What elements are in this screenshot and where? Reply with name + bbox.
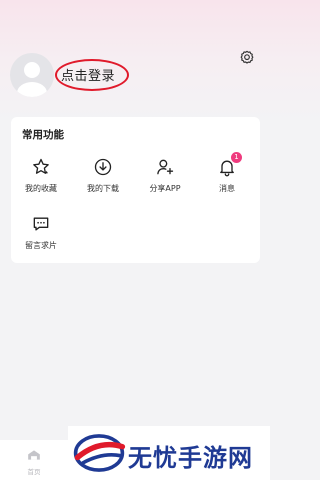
settings-button[interactable] <box>237 48 257 68</box>
tab-home-label: 首页 <box>27 468 41 476</box>
login-link[interactable]: 点击登录 <box>55 59 129 91</box>
feature-label: 留言求片 <box>25 241 57 250</box>
tab-home[interactable]: 首页 <box>20 446 48 476</box>
feature-label: 消息 <box>219 184 235 193</box>
feature-label: 我的下载 <box>87 184 119 193</box>
feature-downloads[interactable]: 我的下载 <box>73 157 133 194</box>
profile-header: 点击登录 <box>0 0 270 120</box>
feature-messages[interactable]: 1 消息 <box>197 152 257 194</box>
share-user-icon <box>155 157 175 177</box>
watermark-text: 无忧手游网 <box>128 444 253 472</box>
site-watermark: 无忧手游网 <box>68 426 270 480</box>
chat-icon <box>31 214 51 234</box>
feature-label: 分享APP <box>149 184 181 193</box>
avatar-placeholder-icon <box>17 62 47 97</box>
feature-label: 我的收藏 <box>25 184 57 193</box>
download-icon <box>93 157 113 177</box>
bell-icon: 1 <box>217 152 242 177</box>
card-title: 常用功能 <box>22 129 64 141</box>
login-label: 点击登录 <box>61 69 116 84</box>
star-icon <box>31 157 51 177</box>
gear-icon <box>240 50 254 64</box>
feature-share-app[interactable]: 分享APP <box>135 157 195 194</box>
feature-request-film[interactable]: 留言求片 <box>11 214 71 251</box>
unread-badge: 1 <box>231 152 242 163</box>
avatar[interactable] <box>10 53 54 97</box>
common-functions-card: 常用功能 我的收藏 我的下载 分享APP 1 消息 留言求片 <box>11 117 260 263</box>
watermark-logo <box>73 434 126 472</box>
home-icon <box>28 450 40 460</box>
feature-favorites[interactable]: 我的收藏 <box>11 157 71 194</box>
